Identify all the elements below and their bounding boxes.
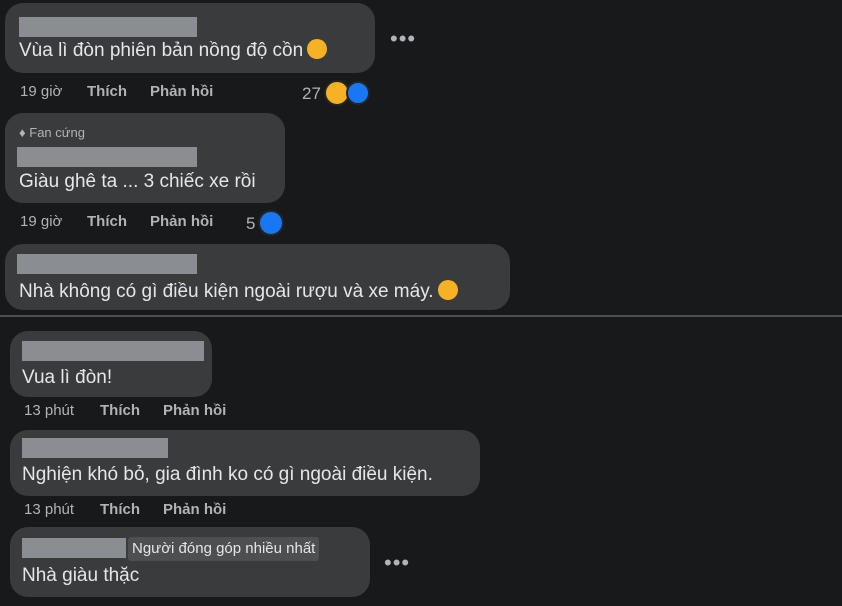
redacted-author-name xyxy=(19,17,197,37)
more-options-icon[interactable]: ••• xyxy=(384,552,410,574)
laughing-emoji-icon xyxy=(307,39,328,59)
like-button[interactable]: Thích xyxy=(87,213,127,230)
reply-button[interactable]: Phản hồi xyxy=(163,402,226,419)
comment-text-content: Vùa lì đòn phiên bản nồng độ cồn xyxy=(19,40,304,61)
section-divider xyxy=(0,315,842,317)
redacted-author-name xyxy=(17,147,197,167)
comment-text: Giàu ghê ta ... 3 chiếc xe rồi xyxy=(19,171,256,192)
like-reaction-icon xyxy=(258,210,284,236)
fan-badge-label: Fan cứng xyxy=(29,125,85,140)
rolling-laughing-emoji-icon xyxy=(437,280,458,300)
redacted-author-name xyxy=(22,438,168,458)
comment-text: Nhà giàu thặc xyxy=(22,565,140,586)
like-button[interactable]: Thích xyxy=(100,501,140,518)
more-options-icon[interactable]: ••• xyxy=(390,28,416,50)
reply-button[interactable]: Phản hồi xyxy=(150,83,213,100)
comment-bubble: ♦ Fan cứng Giàu ghê ta ... 3 chiếc xe rồ… xyxy=(5,113,285,203)
comment-text: Vua lì đòn! xyxy=(22,367,113,388)
comment-bubble: Vùa lì đòn phiên bản nồng độ cồn xyxy=(5,3,375,73)
comment-time[interactable]: 13 phút xyxy=(24,402,74,419)
top-contributor-badge: Người đóng góp nhiều nhất xyxy=(128,537,320,561)
reply-button[interactable]: Phản hồi xyxy=(150,213,213,230)
redacted-author-name xyxy=(22,538,126,558)
reaction-count[interactable]: 27 xyxy=(302,84,321,104)
comment-text: Nghiện khó bỏ, gia đình ko có gì ngoài đ… xyxy=(22,464,433,485)
comment-text: Vùa lì đòn phiên bản nồng độ cồn xyxy=(19,39,328,62)
comment-bubble: Nhà không có gì điều kiện ngoài rượu và … xyxy=(5,244,510,310)
like-button[interactable]: Thích xyxy=(87,83,127,100)
diamond-icon: ♦ xyxy=(19,125,26,140)
comment-time[interactable]: 19 giờ xyxy=(20,213,62,230)
redacted-author-name xyxy=(17,254,197,274)
comment-bubble: Người đóng góp nhiều nhất Nhà giàu thặc xyxy=(10,527,370,597)
fan-badge: ♦ Fan cứng xyxy=(19,125,85,140)
reaction-count[interactable]: 5 xyxy=(246,214,255,234)
like-button[interactable]: Thích xyxy=(100,402,140,419)
like-reaction-icon xyxy=(346,81,370,105)
comment-text-content: Nhà không có gì điều kiện ngoài rượu và … xyxy=(19,281,434,302)
comment-time[interactable]: 13 phút xyxy=(24,501,74,518)
redacted-author-name xyxy=(22,341,204,361)
reply-button[interactable]: Phản hồi xyxy=(163,501,226,518)
comment-bubble: Nghiện khó bỏ, gia đình ko có gì ngoài đ… xyxy=(10,430,480,496)
comment-time[interactable]: 19 giờ xyxy=(20,83,62,100)
comment-bubble: Vua lì đòn! xyxy=(10,331,212,397)
comment-text: Nhà không có gì điều kiện ngoài rượu và … xyxy=(19,280,458,303)
